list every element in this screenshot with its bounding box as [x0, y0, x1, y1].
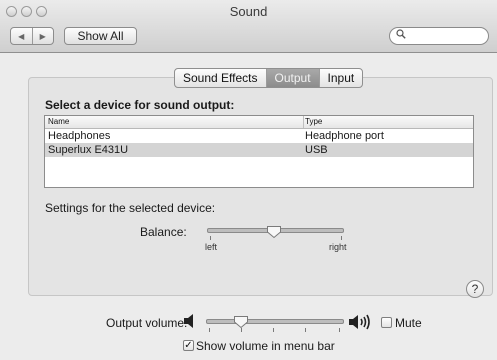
column-header-type[interactable]: Type: [305, 116, 322, 128]
speaker-low-icon: [184, 314, 193, 328]
output-volume-label: Output volume:: [106, 316, 188, 330]
show-volume-checkbox[interactable]: ✓: [183, 340, 194, 351]
mute-label[interactable]: Mute: [395, 316, 422, 330]
back-icon[interactable]: ◀: [11, 28, 33, 44]
device-name: Headphones: [48, 130, 111, 142]
device-table-header: Name Type: [45, 116, 473, 129]
balance-label: Balance:: [140, 225, 187, 239]
output-volume-slider[interactable]: [206, 319, 344, 324]
volume-slider-thumb[interactable]: [233, 315, 249, 329]
tab-output[interactable]: Output: [265, 69, 319, 87]
device-name: Superlux E431U: [48, 144, 129, 156]
balance-left-label: left: [205, 242, 218, 252]
balance-slider-thumb[interactable]: [266, 225, 282, 239]
settings-label: Settings for the selected device:: [45, 201, 216, 215]
search-icon: [396, 29, 406, 42]
show-volume-label[interactable]: Show volume in menu bar: [196, 339, 335, 353]
device-type: USB: [305, 144, 328, 156]
device-table[interactable]: Name Type Headphones Headphone port Supe…: [44, 115, 474, 188]
column-separator: [303, 116, 304, 128]
device-type: Headphone port: [305, 130, 384, 142]
sound-tabs: Sound Effects Output Input: [174, 68, 364, 88]
show-all-button[interactable]: Show All: [64, 27, 137, 45]
help-button[interactable]: ?: [466, 280, 484, 298]
search-input[interactable]: [389, 27, 489, 45]
table-row-selected[interactable]: Superlux E431U USB: [45, 143, 473, 157]
speaker-high-icon: [349, 314, 370, 330]
column-header-name[interactable]: Name: [48, 116, 69, 128]
forward-icon[interactable]: ▶: [33, 28, 54, 44]
back-forward-control: ◀ ▶: [10, 27, 54, 45]
mute-checkbox[interactable]: [381, 317, 392, 328]
window-title: Sound: [229, 4, 268, 19]
balance-right-label: right: [329, 242, 347, 252]
tab-input[interactable]: Input: [318, 69, 363, 87]
table-row[interactable]: Headphones Headphone port: [45, 129, 473, 143]
tab-sound-effects[interactable]: Sound Effects: [175, 69, 265, 87]
select-device-label: Select a device for sound output:: [45, 98, 235, 112]
checkmark-icon: ✓: [184, 340, 193, 351]
